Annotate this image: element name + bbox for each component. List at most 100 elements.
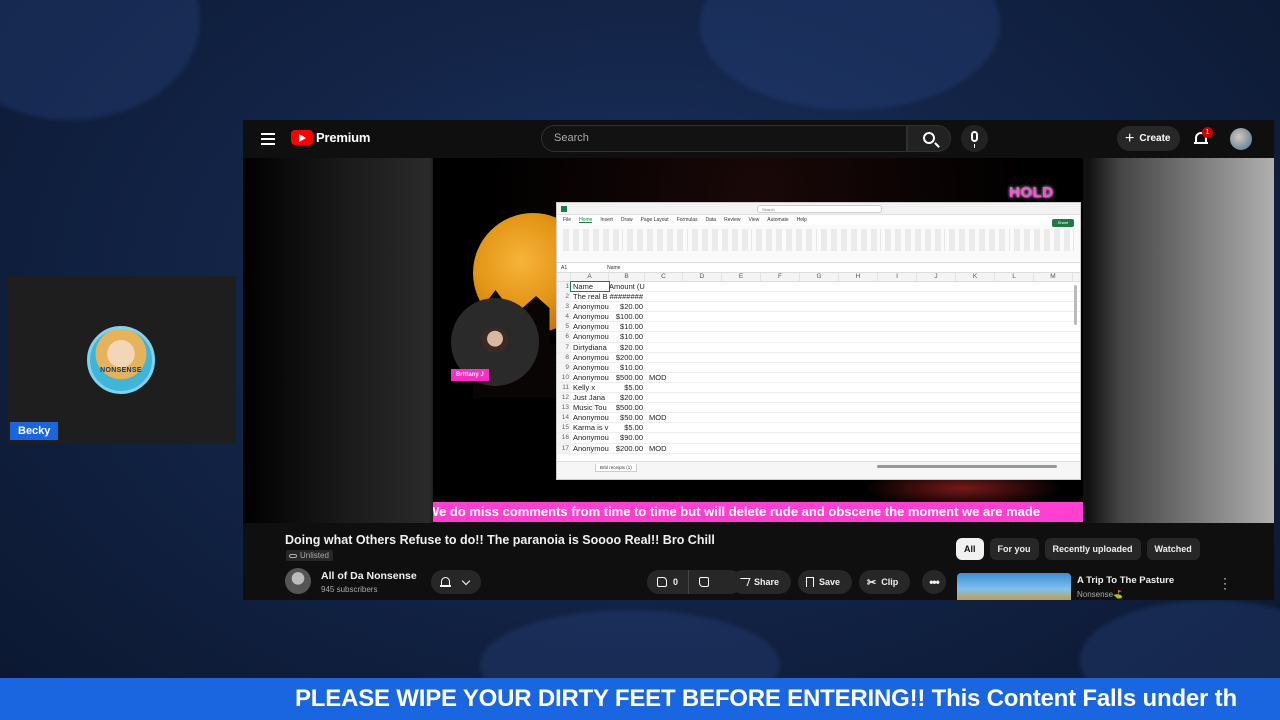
excel-tab: Data — [705, 217, 717, 223]
excel-cell-name: Anonymou — [573, 433, 609, 443]
chip-for-you[interactable]: For you — [989, 538, 1039, 560]
clip-label: Clip — [881, 577, 899, 587]
recommended-video-thumbnail[interactable] — [957, 573, 1071, 600]
excel-cell-name: Anonymou — [573, 362, 609, 372]
excel-row-number: 7 — [557, 342, 571, 352]
excel-tab: View — [748, 217, 760, 223]
share-button[interactable]: Share — [731, 570, 792, 594]
share-label: Share — [754, 577, 780, 587]
excel-row: 1NameAmount (USD) — [557, 280, 1080, 293]
excel-cell-ref: A1 — [561, 265, 568, 271]
avatar-logo-text: NONSENSE — [100, 367, 142, 374]
recommended-video-title[interactable]: A Trip To The Pasture — [1077, 575, 1174, 586]
subscription-bell-button[interactable] — [431, 570, 481, 594]
excel-row: 8 Anonymou $200.00 — [557, 352, 1080, 363]
background-shape — [700, 0, 1000, 110]
video-player[interactable]: HOLD Search File Home Insert Draw Page L… — [433, 158, 1083, 523]
excel-cell-name: Anonymou — [573, 332, 609, 342]
excel-screenshot: Search File Home Insert Draw Page Layout… — [556, 202, 1081, 480]
excel-col-header: M — [1034, 273, 1073, 281]
chip-watched[interactable]: Watched — [1146, 538, 1200, 560]
video-marquee-banner: We do miss comments from time to time bu… — [433, 502, 1083, 522]
excel-row-number: 14 — [557, 413, 571, 423]
excel-status-bar: Brbl receipts (1) — [557, 461, 1080, 479]
excel-cell-name: The real B — [573, 292, 608, 302]
excel-cell-name: Anonymou — [573, 352, 609, 362]
excel-sheet-tab: Brbl receipts (1) — [595, 464, 637, 472]
excel-tab: Page Layout — [640, 217, 669, 223]
webcam-panel: NONSENSE Becky — [8, 276, 236, 444]
excel-cell-note — [645, 363, 675, 372]
excel-row: 9 Anonymou $10.00 — [557, 362, 1080, 373]
like-count: 0 — [673, 577, 679, 587]
excel-row: 13 Music Tou $500.00 — [557, 403, 1080, 414]
excel-row-number: 1 — [557, 282, 571, 292]
webcam-avatar: NONSENSE — [87, 326, 155, 394]
excel-cell-name: Anonymou — [573, 413, 609, 423]
channel-name[interactable]: All of Da Nonsense — [321, 570, 417, 582]
excel-formula-value: Name — [607, 265, 621, 271]
recommended-video-channel: Nonsense⛳ — [1077, 590, 1123, 599]
excel-vertical-scrollbar — [1074, 285, 1077, 325]
excel-cell-note — [645, 312, 675, 321]
like-button[interactable]: 0 — [647, 570, 690, 594]
voice-search-button[interactable] — [961, 125, 988, 152]
excel-cell-note — [645, 292, 675, 301]
excel-grid: A B C D E F G H I J K L M 1 Name Amount (U… — [557, 273, 1080, 459]
excel-tab: Help — [796, 217, 807, 223]
excel-row: 2 The real B ######## — [557, 292, 1080, 303]
excel-cell-amount: $10.00 — [620, 362, 643, 372]
excel-column-headers: A B C D E F G H I J K L M — [557, 273, 1080, 282]
youtube-play-icon — [291, 130, 313, 145]
microphone-icon — [971, 131, 978, 148]
chip-recently-uploaded[interactable]: Recently uploaded — [1044, 538, 1141, 560]
excel-cell-amount: $20.00 — [620, 302, 643, 312]
excel-cell-amount: Amount (USD) — [609, 282, 645, 291]
excel-row: 17 Anonymou $200.00 MOD — [557, 443, 1080, 454]
excel-col-header: L — [995, 273, 1034, 281]
hamburger-menu-icon[interactable] — [261, 133, 275, 145]
excel-row: 3 Anonymou $20.00 — [557, 302, 1080, 313]
search-button[interactable] — [907, 125, 951, 152]
excel-row-number: 4 — [557, 312, 571, 322]
excel-row-number: 9 — [557, 362, 571, 372]
recommendation-chips: All For you Recently uploaded Watched — [956, 538, 1200, 560]
channel-avatar[interactable] — [285, 568, 311, 594]
excel-cell-name: Name — [570, 280, 610, 293]
excel-cell-note — [645, 332, 675, 341]
excel-cell-name: Music Tou — [573, 403, 607, 413]
plus-icon: + — [1125, 129, 1135, 147]
youtube-logo[interactable]: Premium — [291, 130, 370, 145]
notification-count-badge: 1 — [1202, 127, 1213, 138]
excel-col-header: I — [878, 273, 917, 281]
kebab-menu-icon[interactable]: · · · — [1221, 572, 1229, 594]
excel-row: 7 Dirtydiana $20.00 — [557, 342, 1080, 353]
hold-overlay-text: HOLD — [1009, 184, 1054, 201]
dislike-button[interactable] — [689, 570, 719, 594]
excel-row: 14 Anonymou $50.00 MOD — [557, 413, 1080, 424]
clip-button[interactable]: ✂ Clip — [859, 570, 911, 594]
excel-cell-name: Kelly x — [573, 382, 596, 392]
user-avatar[interactable] — [1230, 128, 1252, 150]
search-input[interactable]: Search — [541, 125, 907, 152]
excel-search: Search — [757, 205, 882, 213]
excel-tab: Home — [579, 217, 593, 223]
excel-cell-note — [645, 423, 675, 432]
subscriber-count: 945 subscribers — [321, 585, 378, 594]
thumbs-down-icon — [699, 577, 710, 587]
excel-row: 10 Anonymou $500.00 MOD — [557, 372, 1080, 383]
excel-rows: 1NameAmount (USD)2The real B########3Ano… — [557, 280, 1080, 454]
excel-cell-note — [645, 343, 675, 352]
create-label: Create — [1139, 133, 1171, 144]
save-button[interactable]: Save — [798, 570, 853, 594]
excel-row-number: 15 — [557, 423, 571, 433]
more-actions-button[interactable]: ••• — [922, 570, 946, 594]
create-button[interactable]: + Create — [1117, 126, 1181, 151]
chip-all[interactable]: All — [956, 538, 984, 560]
excel-cell-name: Just Jana — [573, 393, 606, 403]
excel-row: 5 Anonymou $10.00 — [557, 322, 1080, 333]
excel-cell-amount: $500.00 — [615, 403, 643, 413]
excel-row-number: 13 — [557, 403, 571, 413]
excel-col-header: K — [956, 273, 995, 281]
excel-cell-note: MOD — [649, 443, 667, 453]
